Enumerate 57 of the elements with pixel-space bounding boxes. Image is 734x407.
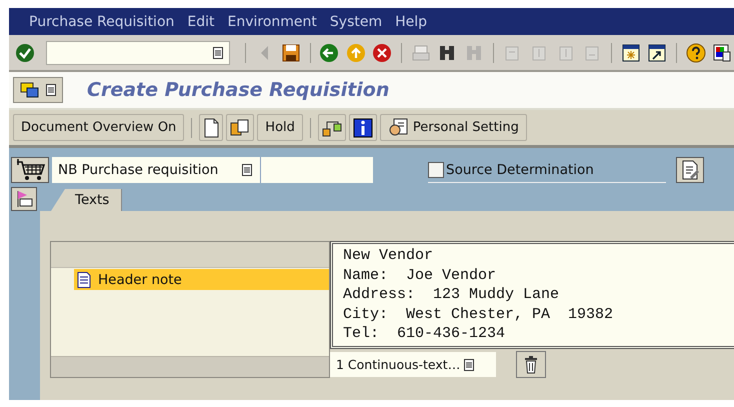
list-icon [464, 358, 474, 370]
trash-icon [524, 356, 538, 374]
back-arrow-icon [260, 44, 269, 60]
checkbox-label: Source Determination [446, 162, 594, 178]
screen-title: Create Purchase Requisition [87, 79, 390, 101]
personal-settings-icon [388, 118, 408, 138]
document-type-field[interactable]: NB Purchase requisition [52, 157, 260, 183]
toolbar-button[interactable]: Personal Setting [380, 114, 527, 141]
toolbar-button[interactable] [11, 157, 49, 183]
menu-item[interactable]: Environment [228, 14, 317, 30]
layout-icon [712, 42, 732, 62]
print-icon [410, 42, 431, 62]
button-group[interactable] [13, 77, 63, 103]
shortcut-icon [647, 42, 668, 62]
list-icon [46, 84, 56, 96]
editor-line: Name: Joe Vendor [343, 266, 498, 285]
menu-item[interactable]: System [330, 14, 382, 30]
editor-line: Address: 123 Muddy Lane [343, 285, 560, 304]
menu-item[interactable]: Edit [187, 14, 215, 30]
flag-icon [15, 190, 33, 208]
editor-line: Tel: 610-436-1234 [343, 324, 506, 344]
list-icon [212, 46, 223, 58]
text-editor[interactable]: New Vendor Name: Joe Vendor Address: 123 Muddy Lane City: West Chester, PA 19382 Tel: 610-436-1234 [330, 241, 734, 349]
back-icon [319, 42, 340, 62]
menu-item[interactable]: Help [395, 14, 428, 30]
command-field[interactable] [46, 40, 230, 64]
toolbar-button[interactable] [199, 114, 224, 141]
checkbox[interactable] [428, 162, 444, 178]
info-icon [352, 118, 373, 138]
edit-document-icon [681, 160, 699, 180]
tree-item[interactable]: Header note [74, 269, 329, 290]
toolbar-button[interactable]: Document Overview On [13, 114, 184, 141]
exit-icon [346, 42, 366, 62]
document-icon [77, 272, 91, 288]
toolbar-button[interactable] [348, 114, 377, 141]
new-window-icon [620, 42, 641, 62]
menu-item[interactable]: Purchase Requisition [29, 14, 174, 30]
help-icon [686, 42, 706, 62]
list-icon [242, 164, 252, 176]
shopping-cart-icon [15, 159, 45, 181]
editor-line: New Vendor [343, 246, 434, 266]
delete-button[interactable] [516, 351, 546, 378]
toolbar-button[interactable] [676, 157, 704, 183]
new-document-icon [203, 118, 220, 138]
cancel-icon [372, 42, 392, 62]
toolbar-button[interactable] [226, 114, 254, 141]
format-dropdown[interactable]: 1 Continuous-text… [330, 352, 496, 377]
save-icon [280, 42, 301, 62]
editor-line: City: West Chester, PA 19382 [343, 304, 614, 324]
copy-document-icon [230, 118, 250, 138]
toolbar-button[interactable] [684, 40, 708, 64]
number-field[interactable] [260, 157, 373, 183]
toolbar-button[interactable]: Hold [257, 114, 303, 141]
toolbar-button[interactable] [318, 114, 346, 141]
checkmark-icon [14, 42, 35, 62]
toolbar-button[interactable] [11, 187, 37, 211]
tab[interactable]: Texts [51, 189, 122, 211]
